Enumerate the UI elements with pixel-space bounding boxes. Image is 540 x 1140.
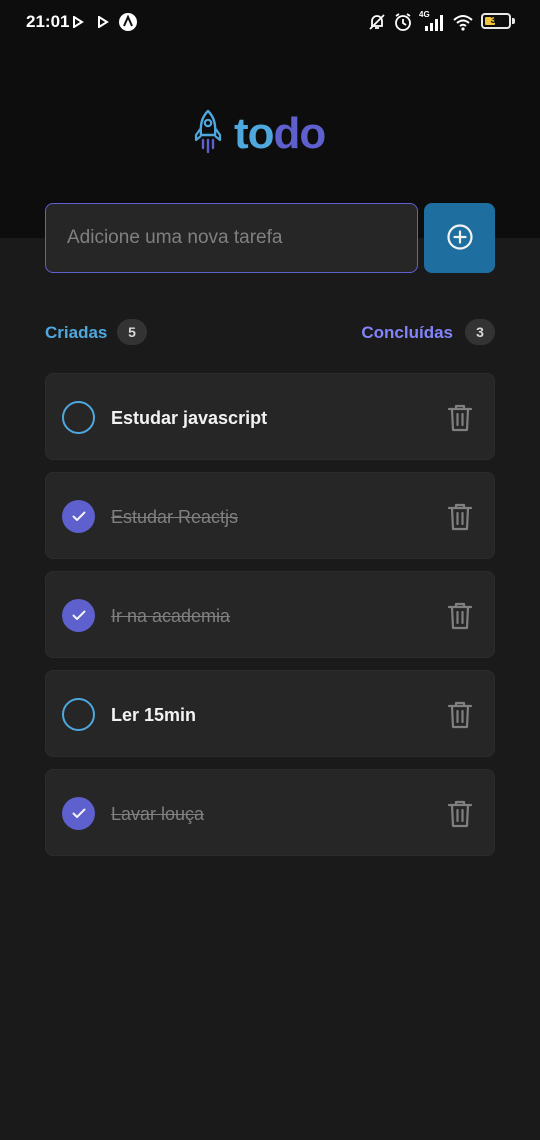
task-item: Lavar louça — [45, 769, 495, 856]
trash-icon[interactable] — [446, 799, 474, 829]
task-checkbox-checked[interactable] — [62, 797, 95, 830]
notifications-off-icon — [367, 12, 387, 32]
plus-circle-icon — [446, 223, 474, 254]
status-time: 21:01 — [26, 12, 70, 31]
task-checkbox-checked[interactable] — [62, 500, 95, 533]
status-bar: 21:01 4G 32 — [0, 0, 540, 44]
task-checkbox-unchecked[interactable] — [62, 698, 95, 731]
task-list: Estudar javascript Estudar Reactjs Ir na… — [45, 373, 495, 868]
battery-tip — [512, 18, 515, 24]
task-item: Estudar Reactjs — [45, 472, 495, 559]
app-notification-icon — [118, 12, 138, 32]
task-counters: Criadas 5 Concluídas 3 — [45, 319, 495, 347]
trash-icon[interactable] — [446, 403, 474, 433]
play-notification-icon — [97, 12, 109, 32]
check-icon — [72, 511, 85, 521]
task-text: Estudar Reactjs — [111, 507, 239, 527]
trash-icon[interactable] — [446, 700, 474, 730]
trash-icon[interactable] — [446, 601, 474, 631]
task-checkbox-checked[interactable] — [62, 599, 95, 632]
trash-icon[interactable] — [446, 502, 474, 532]
task-text: Ler 15min — [111, 705, 197, 725]
signal-icon — [423, 12, 445, 32]
task-item: Estudar javascript — [45, 373, 495, 460]
wifi-icon — [452, 12, 474, 32]
battery-icon: 32 — [481, 13, 511, 29]
completed-label: Concluídas — [361, 323, 453, 342]
task-text: Lavar louça — [111, 804, 205, 824]
logo-part-to: to — [234, 109, 275, 158]
logo-part-do: do — [273, 109, 327, 158]
created-label: Criadas — [45, 323, 108, 342]
task-item: Ir na academia — [45, 571, 495, 658]
rocket-icon — [192, 108, 224, 161]
play-notification-icon — [72, 12, 84, 32]
created-count-badge: 5 — [117, 319, 147, 345]
check-icon — [72, 808, 85, 818]
logo-wordmark: todo — [234, 108, 327, 160]
new-task-input[interactable] — [45, 203, 418, 273]
check-icon — [72, 610, 85, 620]
task-item: Ler 15min — [45, 670, 495, 757]
completed-count-badge: 3 — [465, 319, 495, 345]
add-task-button[interactable] — [424, 203, 495, 273]
task-text: Estudar javascript — [111, 408, 268, 428]
alarm-icon — [393, 12, 413, 32]
task-text: Ir na academia — [111, 606, 231, 626]
app-logo: todo — [192, 108, 352, 160]
battery-level: 32 — [490, 15, 502, 26]
task-checkbox-unchecked[interactable] — [62, 401, 95, 434]
